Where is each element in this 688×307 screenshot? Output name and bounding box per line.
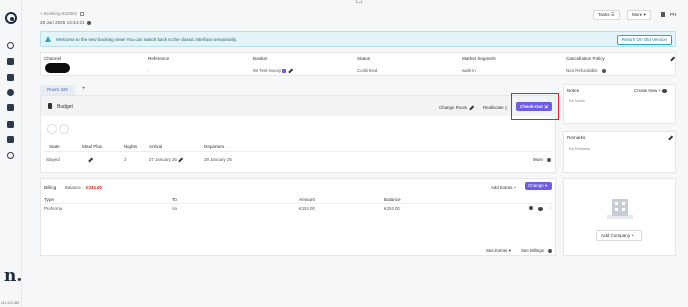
booker-value[interactable]: Mr Test Noooy: [253, 68, 293, 74]
user-initials[interactable]: PH: [670, 12, 676, 17]
edit-remarks-icon[interactable]: [668, 135, 673, 141]
remarks-title: Remarks: [567, 135, 586, 140]
settings-icon[interactable]: [7, 152, 14, 159]
tasks-button[interactable]: Tasks ☰: [593, 10, 620, 20]
billing-balance-value: €334.00: [384, 206, 400, 211]
channel-logo: [45, 63, 70, 73]
collapse-caret-icon[interactable]: [356, 0, 362, 3]
billing-panel: Billing Balance €334.00 Add Extras + Typ…: [40, 178, 556, 256]
billing-amount-value: €334.00: [299, 206, 315, 211]
warning-icon: [45, 36, 51, 42]
version-label: v11.9.0-487: [1, 301, 20, 305]
booking-summary: Channel Reference Booker Status Market S…: [40, 52, 676, 76]
brand-logo: n.: [4, 266, 23, 286]
print-icon[interactable]: [529, 206, 533, 210]
header-meal-plan: Meal Plan: [82, 144, 103, 149]
circle-action-2[interactable]: [59, 124, 69, 134]
add-extras-button[interactable]: Add Extras +: [491, 185, 516, 190]
market-segment-value: walk-in: [462, 68, 476, 73]
info-icon[interactable]: [601, 68, 606, 73]
create-note-button[interactable]: Create New +: [634, 88, 668, 93]
nights-value: 2: [124, 157, 127, 162]
return-old-version-button[interactable]: Return On Old Version: [616, 35, 672, 45]
header-amount: Amount: [299, 197, 315, 202]
arrival-value[interactable]: 27 January 25: [149, 157, 183, 163]
clock-icon[interactable]: [7, 89, 14, 96]
add-room-tab-button[interactable]: +: [82, 86, 86, 92]
header-booker: Booker: [253, 56, 268, 61]
header-cancellation-policy: Cancellation Policy: [566, 56, 605, 61]
header-type: Type: [44, 197, 54, 202]
info-icon[interactable]: [87, 20, 92, 25]
remarks-empty: No Remarks: [569, 147, 591, 151]
billing-type-value: Proforma: [44, 206, 63, 211]
reference-value: -: [148, 68, 150, 73]
app-logo-icon[interactable]: [5, 12, 17, 24]
device-icon[interactable]: [661, 12, 665, 17]
notes-empty: No Notes: [569, 99, 585, 103]
view-icon[interactable]: [538, 206, 543, 211]
status-value: Confirmed: [357, 68, 378, 73]
notes-panel: Notes Create New + No Notes: [563, 84, 676, 124]
copy-icon[interactable]: [80, 11, 85, 16]
header-departure: Departure: [204, 144, 225, 149]
state-value: Stayed: [46, 157, 60, 162]
room-panel: Budget Change Room Reallocate ▯ State Me…: [40, 95, 556, 173]
calendar-icon[interactable]: [7, 136, 14, 143]
circle-action-1[interactable]: [47, 124, 57, 134]
room-header: [41, 96, 555, 116]
stay-more-button[interactable]: More: [533, 157, 552, 162]
booking-date: 28 Jan 2025 13:44:21: [40, 20, 92, 25]
billing-to-value: na: [172, 206, 177, 211]
add-company-button[interactable]: Add Company +: [596, 230, 642, 241]
remarks-panel: Remarks No Remarks: [563, 131, 676, 173]
highlight-box: [511, 93, 559, 120]
header-nights: Nights: [124, 144, 138, 149]
tab-billing[interactable]: Billing: [44, 185, 56, 190]
row-menu-icon[interactable]: ⋮: [548, 205, 552, 211]
header-state: State: [49, 144, 60, 149]
tab-balance[interactable]: Balance: [65, 185, 81, 190]
header-channel: Channel: [44, 56, 62, 61]
chart-icon[interactable]: [7, 121, 14, 128]
change-room-button[interactable]: Change Room: [439, 105, 474, 111]
header-balance: Balance: [384, 197, 401, 202]
see-extras-button[interactable]: See Extras ▾: [486, 248, 511, 254]
header-market-segment: Market Segment: [462, 56, 496, 61]
departure-value: 29 January 25: [204, 157, 232, 162]
header-status: Status: [357, 56, 371, 61]
header-arrival: Arrival: [149, 144, 163, 149]
header-to: To: [172, 197, 177, 202]
balance-value: €334.00: [86, 185, 102, 190]
info-banner: Welcome to the new booking view! You can…: [40, 31, 676, 47]
header-reference: Reference: [148, 56, 170, 61]
notes-title: Notes: [567, 88, 580, 93]
chat-icon[interactable]: [7, 104, 14, 111]
room-name: Budget: [57, 104, 73, 110]
dashboard-icon[interactable]: [7, 42, 14, 49]
banner-message: Welcome to the new booking view! You can…: [56, 37, 238, 42]
booking-header: < Booking 832892 28 Jan 2025 13:44:21: [40, 11, 92, 25]
building-icon: [607, 199, 633, 219]
change-button[interactable]: Change ▾: [525, 182, 552, 190]
bookmark-icon[interactable]: [7, 74, 14, 81]
tag-icon: [282, 69, 287, 73]
booking-id[interactable]: < Booking 832892: [40, 11, 91, 16]
bed-icon[interactable]: [7, 58, 14, 65]
edit-booker-icon[interactable]: [287, 68, 293, 74]
edit-policy-icon[interactable]: [670, 56, 675, 62]
sidebar: n. v11.9.0-487: [0, 0, 22, 307]
tab-room[interactable]: Room 420: [40, 85, 75, 95]
reallocate-button[interactable]: Reallocate ▯: [483, 105, 507, 111]
cancellation-policy-value: Non Refundable: [566, 68, 606, 73]
more-button[interactable]: More ▾: [627, 10, 651, 20]
edit-meal-plan-icon[interactable]: [88, 157, 93, 163]
see-billings-button[interactable]: See Billings: [521, 248, 553, 253]
room-icon: [48, 103, 52, 109]
